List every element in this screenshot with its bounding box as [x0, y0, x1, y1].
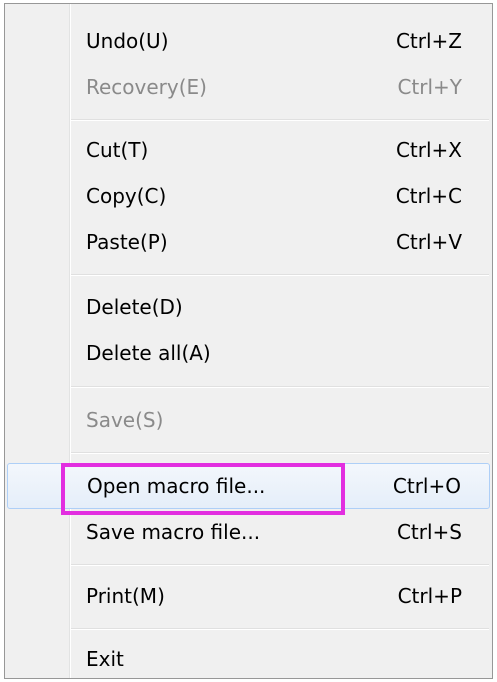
- menu-item-label: Print(M): [86, 584, 165, 608]
- menu-item-label: Save macro file...: [86, 520, 261, 544]
- menu-item-copy[interactable]: Copy(C) Ctrl+C: [7, 173, 490, 219]
- menu-item-label: Cut(T): [86, 138, 149, 162]
- menu-separator: [71, 564, 489, 566]
- context-menu: Undo(U) Ctrl+Z Recovery(E) Ctrl+Y Cut(T)…: [4, 3, 493, 679]
- menu-item-shortcut: Ctrl+V: [395, 230, 462, 254]
- menu-item-label: Exit: [86, 647, 124, 671]
- menu-item-shortcut: Ctrl+Z: [395, 29, 462, 53]
- menu-separator: [71, 452, 489, 454]
- menu-item-print[interactable]: Print(M) Ctrl+P: [7, 573, 490, 619]
- menu-item-label: Undo(U): [86, 29, 169, 53]
- menu-item-label: Save(S): [86, 408, 164, 432]
- menu-item-delete-all[interactable]: Delete all(A): [7, 330, 490, 376]
- menu-item-shortcut: Ctrl+C: [395, 184, 462, 208]
- menu-separator: [71, 274, 489, 276]
- menu-item-paste[interactable]: Paste(P) Ctrl+V: [7, 219, 490, 265]
- menu-item-label: Recovery(E): [86, 75, 207, 99]
- menu-item-delete[interactable]: Delete(D): [7, 284, 490, 330]
- annotation-highlight-box: [61, 463, 345, 515]
- menu-item-save-macro-file[interactable]: Save macro file... Ctrl+S: [7, 509, 490, 555]
- menu-item-shortcut: Ctrl+Y: [397, 75, 462, 99]
- menu-item-shortcut: Ctrl+X: [395, 138, 462, 162]
- menu-separator: [71, 119, 489, 121]
- menu-item-shortcut: Ctrl+P: [397, 584, 462, 608]
- menu-item-label: Copy(C): [86, 184, 167, 208]
- menu-separator: [71, 386, 489, 388]
- menu-item-shortcut: Ctrl+O: [392, 474, 461, 498]
- menu-item-save: Save(S): [7, 397, 490, 443]
- menu-item-label: Delete all(A): [86, 341, 211, 365]
- menu-item-exit[interactable]: Exit: [7, 636, 490, 682]
- menu-item-cut[interactable]: Cut(T) Ctrl+X: [7, 127, 490, 173]
- menu-item-label: Paste(P): [86, 230, 168, 254]
- menu-item-recovery: Recovery(E) Ctrl+Y: [7, 64, 490, 110]
- menu-item-label: Delete(D): [86, 295, 183, 319]
- menu-item-shortcut: Ctrl+S: [396, 520, 462, 544]
- menu-item-undo[interactable]: Undo(U) Ctrl+Z: [7, 18, 490, 64]
- menu-separator: [71, 628, 489, 630]
